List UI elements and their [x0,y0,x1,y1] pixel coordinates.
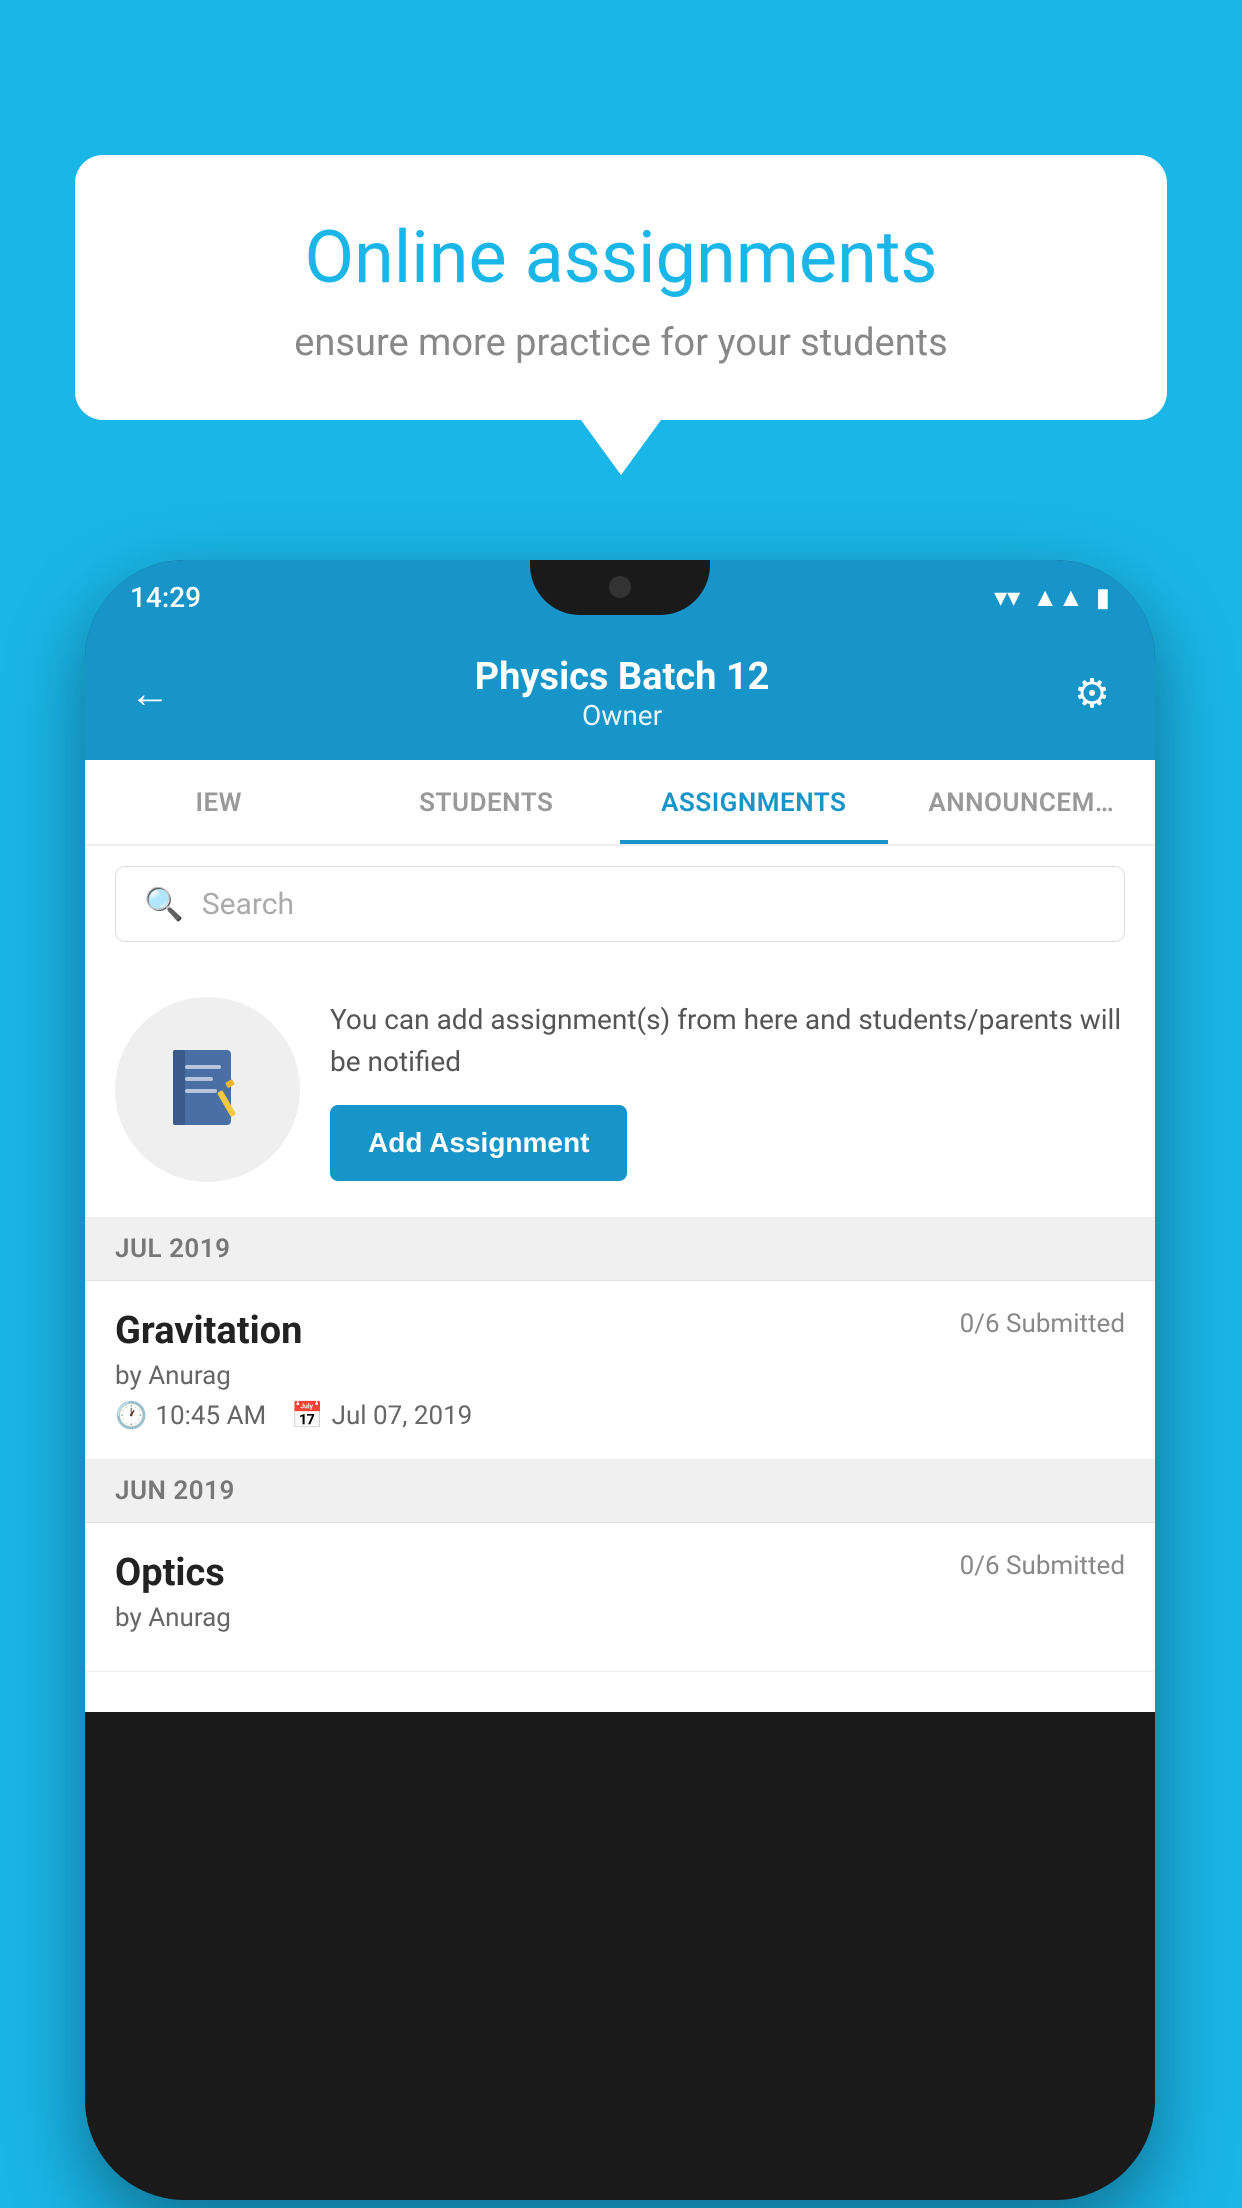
submitted-badge-gravitation: 0/6 Submitted [960,1309,1125,1339]
search-placeholder-text: Search [202,887,294,922]
battery-icon: ▮ [1096,583,1110,613]
speech-bubble-tail [581,420,661,475]
section-header-jun: JUN 2019 [85,1460,1155,1523]
speech-bubble-subtitle: ensure more practice for your students [145,321,1097,365]
promo-icon-circle [115,997,300,1182]
assignment-date: Jul 07, 2019 [332,1401,473,1431]
status-time: 14:29 [130,581,201,614]
promo-content: You can add assignment(s) from here and … [330,999,1125,1181]
meta-date: 📅 Jul 07, 2019 [291,1401,472,1431]
phone-screen: 🔍 Search You can add assignment(s) from … [85,846,1155,1712]
speech-bubble: Online assignments ensure more practice … [75,155,1167,420]
tab-assignments[interactable]: ASSIGNMENTS [620,760,888,844]
promo-description: You can add assignment(s) from here and … [330,999,1125,1083]
search-bar-wrapper: 🔍 Search [85,846,1155,962]
assignment-name-gravitation: Gravitation [115,1309,302,1353]
speech-bubble-title: Online assignments [145,215,1097,301]
meta-time: 🕐 10:45 AM [115,1401,266,1431]
assignment-item-optics[interactable]: Optics 0/6 Submitted by Anurag [85,1523,1155,1672]
add-assignment-button[interactable]: Add Assignment [330,1105,627,1181]
assignment-author-gravitation: by Anurag [115,1361,1125,1391]
wifi-icon: ▾▾ [994,583,1020,613]
section-header-jul: JUL 2019 [85,1218,1155,1281]
calendar-icon: 📅 [291,1401,323,1431]
tab-bar: IEW STUDENTS ASSIGNMENTS ANNOUNCEM… [85,760,1155,846]
submitted-badge-optics: 0/6 Submitted [960,1551,1125,1581]
assignment-meta-gravitation: 🕐 10:45 AM 📅 Jul 07, 2019 [115,1401,1125,1431]
tab-students[interactable]: STUDENTS [353,760,621,844]
tab-announcements[interactable]: ANNOUNCEM… [888,760,1156,844]
status-bar: 14:29 ▾▾ ▲▲ ▮ [85,560,1155,635]
bottom-space [85,1672,1155,1712]
search-input[interactable]: 🔍 Search [115,866,1125,942]
header-subtitle: Owner [475,699,770,732]
header-title-group: Physics Batch 12 Owner [475,655,770,732]
assignment-author-optics: by Anurag [115,1603,1125,1633]
assignment-item-gravitation[interactable]: Gravitation 0/6 Submitted by Anurag 🕐 10… [85,1281,1155,1460]
assignment-row-top-optics: Optics 0/6 Submitted [115,1551,1125,1595]
tab-iew[interactable]: IEW [85,760,353,844]
assignment-name-optics: Optics [115,1551,225,1595]
notch [530,560,710,615]
signal-icon: ▲▲ [1032,582,1083,613]
clock-icon: 🕐 [115,1401,147,1431]
back-button[interactable]: ← [130,670,170,717]
assignment-row-top: Gravitation 0/6 Submitted [115,1309,1125,1353]
header-title: Physics Batch 12 [475,655,770,699]
promo-section: You can add assignment(s) from here and … [85,962,1155,1218]
phone-frame: 14:29 ▾▾ ▲▲ ▮ ← Physics Batch 12 Owner ⚙… [85,560,1155,2200]
settings-icon[interactable]: ⚙ [1074,670,1110,717]
assignment-time: 10:45 AM [155,1401,266,1431]
speech-bubble-wrapper: Online assignments ensure more practice … [75,155,1167,475]
camera-dot [609,576,631,598]
app-header: ← Physics Batch 12 Owner ⚙ [85,635,1155,760]
search-icon: 🔍 [144,885,184,923]
notebook-icon [165,1045,250,1135]
status-icons: ▾▾ ▲▲ ▮ [994,582,1110,613]
